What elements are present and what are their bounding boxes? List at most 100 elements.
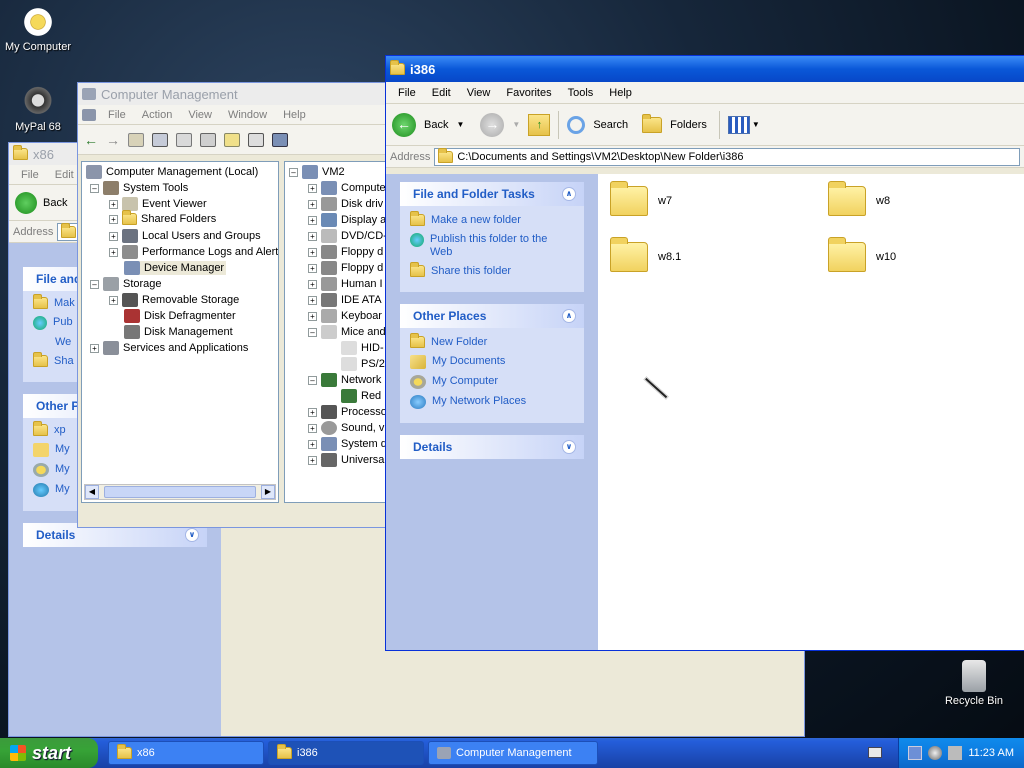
expand-icon[interactable]: + (109, 199, 118, 209)
menu-view[interactable]: View (180, 109, 220, 121)
tree-item-shared-folders[interactable]: + Shared Folders (109, 210, 216, 225)
menu-file[interactable]: File (100, 109, 134, 121)
device-item[interactable]: + Compute (308, 181, 386, 195)
desktop-icon-recycle-bin[interactable]: Recycle Bin (936, 660, 1012, 707)
device-item[interactable]: + Disk driv (308, 197, 383, 211)
expand-icon[interactable]: + (109, 231, 118, 241)
tree-item-services[interactable]: + Services and Applications (90, 341, 248, 355)
tree-item-removable-storage[interactable]: + Removable Storage (109, 293, 239, 307)
expand-icon[interactable]: + (308, 183, 317, 193)
device-item[interactable]: + Display a (308, 213, 386, 227)
menu-help[interactable]: Help (275, 109, 314, 121)
folder-item[interactable]: w10 (828, 237, 896, 272)
expand-icon[interactable]: + (109, 247, 118, 257)
place-my-network[interactable]: My Network Places (410, 395, 574, 409)
expand-icon[interactable]: + (109, 214, 118, 224)
menu-favorites[interactable]: Favorites (498, 87, 559, 99)
views-icon[interactable] (727, 115, 750, 134)
scroll-right-icon[interactable]: ▶ (261, 485, 275, 499)
expand-icon[interactable]: + (308, 407, 317, 417)
folders-label[interactable]: Folders (670, 119, 707, 131)
folder-item[interactable]: w8 (828, 181, 890, 216)
forward-icon[interactable]: → (480, 112, 505, 137)
menu-help[interactable]: Help (601, 87, 640, 99)
expand-icon[interactable]: + (308, 231, 317, 241)
network-tray-icon[interactable] (908, 746, 923, 760)
i386-window[interactable]: i386 File Edit View Favorites Tools Help… (385, 55, 1024, 651)
search-icon[interactable] (567, 115, 586, 134)
details-head[interactable]: Details ∨ (400, 435, 584, 459)
tree-item-device-manager[interactable]: Device Manager (124, 261, 227, 275)
taskbar-button-i386[interactable]: i386 (268, 741, 424, 765)
cm-titlebar[interactable]: Computer Management (78, 83, 406, 105)
taskbar-button-x86[interactable]: x86 (108, 741, 264, 765)
expand-icon[interactable]: + (308, 215, 317, 225)
tree-item-disk-management[interactable]: Disk Management (124, 325, 233, 339)
tree-horizontal-scrollbar[interactable]: ◀ ▶ (84, 484, 276, 500)
print-icon[interactable] (200, 132, 216, 147)
address-input[interactable]: C:\Documents and Settings\VM2\Desktop\Ne… (434, 147, 1020, 166)
file-folder-tasks-head[interactable]: File and Folder Tasks ∧ (400, 182, 584, 206)
menu-file[interactable]: File (13, 169, 47, 181)
expand-icon[interactable]: + (308, 439, 317, 449)
expand-icon[interactable]: + (109, 295, 118, 305)
collapse-icon[interactable]: – (308, 327, 317, 337)
place-new-folder[interactable]: New Folder (410, 333, 574, 349)
place-my-documents[interactable]: My Documents (410, 355, 574, 369)
place-my-computer[interactable]: My Computer (410, 375, 574, 389)
device-item[interactable]: Red (341, 389, 381, 403)
expand-icon[interactable]: + (308, 455, 317, 465)
taskbar-button-computer-management[interactable]: Computer Management (428, 741, 598, 765)
tree-item-event-viewer[interactable]: + Event Viewer (109, 197, 207, 211)
help-icon[interactable] (224, 132, 240, 147)
folder-item[interactable]: w7 (610, 181, 672, 216)
clock[interactable]: 11:23 AM (968, 747, 1014, 759)
tree-item-local-users[interactable]: + Local Users and Groups (109, 229, 261, 243)
properties-icon[interactable] (176, 132, 192, 147)
forward-arrow-icon[interactable]: → (106, 132, 120, 148)
expand-icon[interactable]: + (308, 311, 317, 321)
chevron-up-icon[interactable]: ∧ (562, 309, 576, 323)
device-item[interactable]: + Processo (308, 405, 387, 419)
device-item[interactable]: + Human I (308, 277, 383, 291)
tree-item-system-tools[interactable]: – System Tools (90, 181, 188, 195)
up-folder-icon[interactable]: ↑ (528, 113, 551, 136)
back-icon[interactable]: ← (392, 112, 416, 137)
views-dropdown-icon[interactable]: ▼ (752, 120, 760, 129)
back-label[interactable]: Back (424, 119, 448, 131)
expand-icon[interactable]: + (90, 343, 99, 353)
collapse-icon[interactable]: – (289, 167, 298, 177)
computer-management-window[interactable]: Computer Management File Action View Win… (77, 82, 408, 528)
expand-icon[interactable]: + (308, 295, 317, 305)
device-item[interactable]: – Mice and (308, 325, 386, 339)
folders-icon[interactable] (642, 113, 663, 133)
keyboard-icon[interactable] (868, 747, 882, 758)
expand-icon[interactable]: + (308, 199, 317, 209)
expand-icon[interactable]: + (308, 423, 317, 433)
security-tray-icon[interactable] (928, 746, 943, 760)
search-label[interactable]: Search (593, 119, 628, 131)
device-item[interactable]: + Keyboar (308, 309, 382, 323)
device-item[interactable]: – Network (308, 373, 381, 387)
menu-action[interactable]: Action (134, 109, 181, 121)
device-item[interactable]: + Universa (308, 453, 384, 467)
collapse-icon[interactable]: – (90, 183, 99, 193)
tree-item-performance-logs[interactable]: + Performance Logs and Alerts (109, 245, 278, 259)
cm-tree-pane[interactable]: Computer Management (Local) – System Tool… (81, 161, 279, 503)
device-item[interactable]: + System d (308, 437, 387, 451)
start-button[interactable]: start (0, 738, 98, 768)
device-item[interactable]: PS/2 (341, 357, 385, 371)
file-view[interactable]: w7 w8 w8.1 w10 (598, 174, 1024, 650)
up-level-icon[interactable] (128, 132, 144, 147)
menu-window[interactable]: Window (220, 109, 275, 121)
device-item[interactable]: + Floppy d (308, 261, 383, 275)
expand-icon[interactable]: + (308, 247, 317, 257)
task-share-folder[interactable]: Share this folder (410, 262, 574, 278)
scan-hardware-icon[interactable] (272, 132, 288, 147)
collapse-icon[interactable]: – (90, 279, 99, 289)
task-make-new-folder[interactable]: Make a new folder (410, 211, 574, 227)
forward-dropdown-icon[interactable]: ▼ (512, 120, 520, 129)
scroll-left-icon[interactable]: ◀ (85, 485, 99, 499)
desktop-icon-my-computer[interactable]: My Computer (0, 6, 76, 53)
back-dropdown-icon[interactable]: ▼ (456, 120, 464, 129)
